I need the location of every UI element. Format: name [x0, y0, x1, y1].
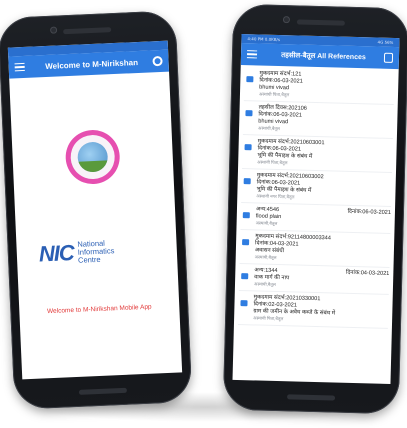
earpiece [296, 19, 345, 26]
welcome-message: Welcome to M-Nirikshan Mobile App [46, 303, 152, 316]
status-left: 4:40 PM 0.0KB/s [247, 36, 281, 42]
list-item[interactable]: मुकदमाम संदर्भ:20210603002 दिनांक:06-03-… [241, 169, 392, 207]
list-item[interactable]: मुकदमाम संदर्भ:20210330001 दिनांक:02-03-… [237, 291, 389, 329]
app-title: तहसील-बैतूल All References [281, 51, 366, 61]
briefcase-icon [242, 239, 250, 246]
briefcase-icon [243, 178, 251, 185]
list-item[interactable]: मुकदमाम संदर्भ:20210603001 दिनांक:06-03-… [242, 135, 393, 173]
app-title: Welcome to M-Nirikshan [45, 57, 139, 71]
briefcase-icon [241, 273, 249, 280]
briefcase-icon [244, 144, 252, 151]
briefcase-icon [240, 300, 248, 307]
list-item[interactable]: मुकदमाम संदर्भ:92114800003344 दिनांक:04-… [239, 230, 391, 268]
bottom-speaker [78, 387, 128, 395]
list-item[interactable]: अन्य:1344 दिनांक:04-03-2021 वाक मार्ग की… [238, 264, 390, 295]
list-item[interactable]: अन्य:4546 दिनांक:06-03-2021 flood plain … [240, 203, 392, 234]
nic-name: National Informatics Centre [77, 238, 115, 265]
earpiece [63, 27, 112, 35]
bottom-speaker [287, 394, 336, 401]
left-screen: Welcome to M-Nirikshan NIC National Info… [7, 40, 183, 380]
front-camera [282, 16, 291, 24]
clipboard-icon[interactable] [383, 52, 394, 63]
menu-icon[interactable] [246, 49, 258, 59]
reference-date: दिनांक:04-03-2021 [345, 269, 390, 277]
reference-list: मुकदमाम संदर्भ:121 दिनांक:06-03-2021 bhu… [234, 65, 399, 329]
reference-date: दिनांक:06-03-2021 [347, 208, 392, 216]
nic-mark: NIC [38, 239, 75, 267]
settings-icon[interactable] [152, 55, 163, 67]
briefcase-icon [242, 212, 250, 219]
nic-logo: NIC National Informatics Centre [38, 238, 115, 267]
status-right: 4G 56% [377, 39, 394, 45]
list-item[interactable]: मुकदमाम संदर्भ:121 दिनांक:06-03-2021 bhu… [243, 67, 395, 105]
right-phone: 4:40 PM 0.0KB/s 4G 56% तहसील-बैतूल All R… [222, 3, 407, 415]
briefcase-icon [245, 110, 253, 117]
briefcase-icon [246, 76, 254, 83]
front-camera [49, 26, 58, 34]
list-item[interactable]: तहसील दिवस:202106 दिनांक:06-03-2021 bhum… [242, 101, 394, 139]
menu-icon[interactable] [14, 62, 25, 72]
right-screen: 4:40 PM 0.0KB/s 4G 56% तहसील-बैतूल All R… [232, 33, 400, 385]
m-nirikshan-logo [64, 128, 121, 186]
left-phone: Welcome to M-Nirikshan NIC National Info… [0, 10, 193, 410]
